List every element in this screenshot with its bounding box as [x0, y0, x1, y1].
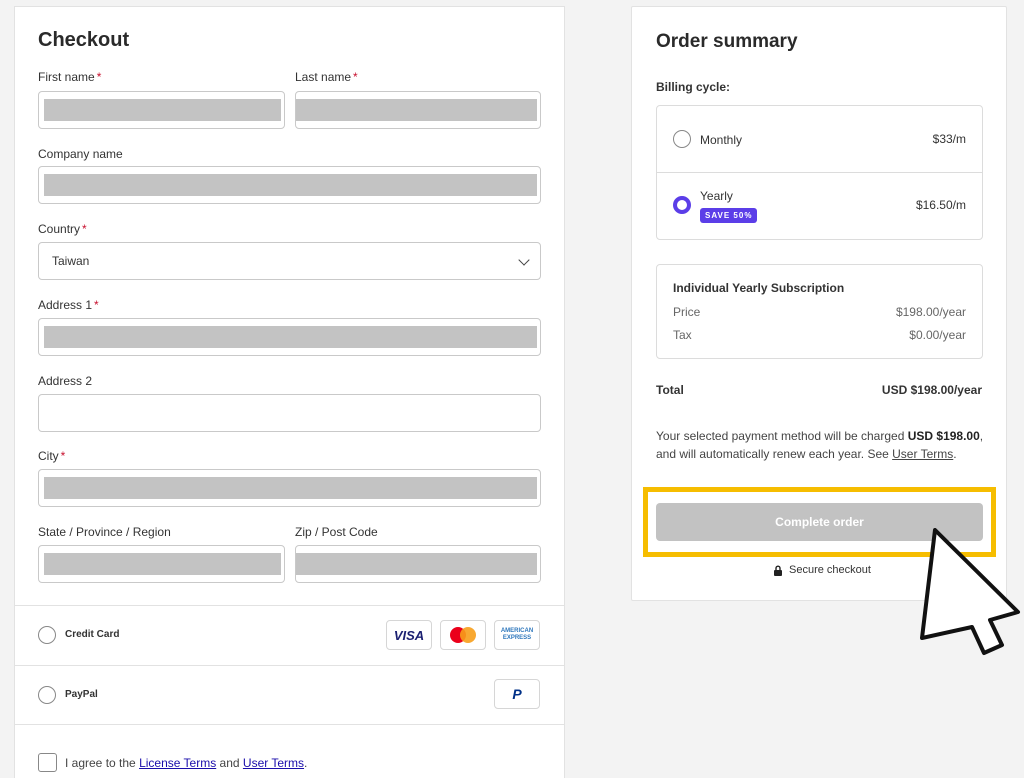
zip-label: Zip / Post Code: [295, 525, 378, 539]
amex-icon: AMERICAN EXPRESS: [494, 620, 540, 650]
agree-text: I agree to the License Terms and User Te…: [65, 756, 308, 770]
address2-label: Address 2: [38, 374, 93, 388]
monthly-price: $33/m: [932, 132, 966, 146]
chevron-down-icon: [518, 254, 530, 266]
tax-label: Tax: [673, 328, 692, 342]
charge-notice: Your selected payment method will be cha…: [656, 429, 984, 461]
last-name-input[interactable]: [295, 91, 541, 129]
address1-label: Address 1 *: [38, 298, 99, 312]
monthly-radio[interactable]: [673, 130, 691, 148]
last-name-label: Last name *: [295, 70, 358, 84]
checkout-panel: Checkout First name * Last name * Company …: [14, 6, 565, 778]
price-label: Price: [673, 305, 701, 319]
save-badge: SAVE 50%: [700, 208, 758, 223]
cursor-arrow-icon: [920, 528, 1020, 655]
credit-card-label: Credit Card: [65, 629, 120, 640]
state-label: State / Province / Region: [38, 525, 171, 539]
payment-option-paypal[interactable]: PayPal P: [15, 666, 564, 724]
country-select[interactable]: Taiwan: [38, 242, 541, 280]
mastercard-icon: [440, 620, 486, 650]
lock-icon: [774, 565, 782, 576]
company-name-label: Company name: [38, 147, 123, 161]
subscription-title: Individual Yearly Subscription: [673, 281, 845, 295]
zip-input[interactable]: [295, 545, 541, 583]
yearly-price: $16.50/m: [915, 198, 966, 212]
billing-option-yearly[interactable]: Yearly SAVE 50% $16.50/m: [657, 173, 982, 240]
price-value: $198.00/year: [895, 305, 966, 319]
payment-option-credit-card[interactable]: Credit Card VISA AMERICAN EXPRESS: [15, 606, 564, 664]
city-label: City *: [38, 449, 66, 463]
billing-cycle-options: Monthly $33/m Yearly SAVE 50% $16.50/m: [656, 105, 983, 240]
yearly-radio[interactable]: [673, 196, 691, 214]
divider: [15, 724, 564, 725]
user-terms-link[interactable]: User Terms: [243, 756, 304, 770]
subscription-details: Individual Yearly Subscription Price $19…: [656, 264, 983, 359]
address1-input[interactable]: [38, 318, 541, 356]
country-label: Country *: [38, 222, 87, 236]
billing-cycle-label: Billing cycle:: [656, 80, 731, 94]
credit-card-radio[interactable]: [38, 626, 56, 644]
paypal-icon: P: [494, 679, 540, 709]
visa-icon: VISA: [386, 620, 432, 650]
agree-checkbox[interactable]: [38, 753, 57, 772]
company-name-input[interactable]: [38, 166, 541, 204]
billing-option-monthly[interactable]: Monthly $33/m: [657, 106, 982, 173]
paypal-label: PayPal: [65, 689, 98, 700]
secure-checkout-text: Secure checkout: [789, 564, 871, 576]
paypal-radio[interactable]: [38, 686, 56, 704]
state-input[interactable]: [38, 545, 285, 583]
total-row: Total USD $198.00/year: [656, 383, 982, 397]
address2-input[interactable]: [38, 394, 541, 432]
price-row: Price $198.00/year: [673, 305, 966, 319]
yearly-label: Yearly: [700, 189, 733, 203]
city-input[interactable]: [38, 469, 541, 507]
total-value: USD $198.00/year: [881, 383, 982, 397]
user-terms-link[interactable]: User Terms: [892, 447, 953, 461]
tax-row: Tax $0.00/year: [673, 328, 966, 342]
license-terms-link[interactable]: License Terms: [139, 756, 216, 770]
first-name-input[interactable]: [38, 91, 285, 129]
secure-checkout: Secure checkout: [773, 564, 871, 576]
country-value: Taiwan: [52, 254, 90, 268]
tax-value: $0.00/year: [909, 328, 966, 342]
checkout-title: Checkout: [38, 29, 130, 51]
summary-title: Order summary: [656, 31, 798, 52]
total-label: Total: [656, 383, 684, 397]
monthly-label: Monthly: [700, 133, 743, 147]
first-name-label: First name *: [38, 70, 102, 84]
